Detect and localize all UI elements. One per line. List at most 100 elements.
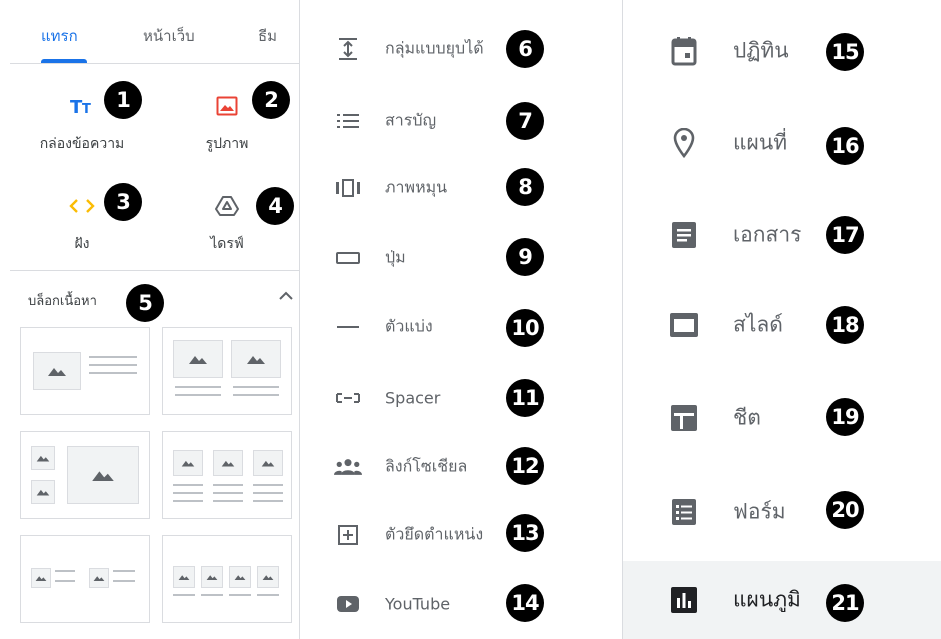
- tab-bar: แทรก หน้าเว็บ ธีม: [10, 0, 300, 64]
- placeholder-icon: [334, 521, 362, 549]
- badge-13: 13: [506, 514, 544, 552]
- layout-text-line: [253, 492, 283, 494]
- layout-image-placeholder: [33, 352, 81, 390]
- layout-text-line: [175, 386, 221, 388]
- badge-19: 19: [826, 398, 864, 436]
- divider-label: ตัวแบ่ง: [385, 316, 433, 336]
- calendar-icon: [667, 34, 701, 68]
- placeholder-item[interactable]: ตัวยึดตำแหน่ง: [300, 505, 623, 565]
- svg-text:T: T: [82, 102, 91, 117]
- table-of-contents-label: สารบัญ: [385, 110, 437, 130]
- badge-5: 5: [126, 284, 164, 322]
- badge-18: 18: [826, 306, 864, 344]
- drive-label: ไดรฟ์: [210, 236, 244, 252]
- forms-icon: [667, 495, 701, 529]
- badge-17: 17: [826, 216, 864, 254]
- active-tab-indicator: [41, 59, 87, 63]
- map-label: แผนที่: [733, 130, 788, 155]
- layout-text-line: [229, 594, 251, 596]
- youtube-item[interactable]: YouTube: [300, 574, 623, 634]
- text-box-icon: TT: [69, 93, 95, 119]
- layout-image-text-pairs[interactable]: [20, 535, 150, 623]
- components-panel: กลุ่มแบบยุบได้ 6 สารบัญ 7 ภาพหมุน 8 ปุ่ม…: [300, 0, 623, 639]
- layout-image-placeholder: [201, 566, 223, 588]
- layout-text-line: [175, 394, 221, 396]
- layout-image-placeholder: [31, 446, 55, 470]
- calendar-item[interactable]: ปฏิทิน: [623, 7, 941, 95]
- badge-7: 7: [506, 102, 544, 140]
- collapsible-group-item[interactable]: กลุ่มแบบยุบได้: [300, 19, 623, 79]
- layout-text-line: [253, 500, 283, 502]
- layout-image-placeholder: [89, 568, 109, 588]
- embed-label: ฝัง: [74, 236, 90, 252]
- layout-text-line: [213, 492, 243, 494]
- image-icon: [214, 93, 240, 119]
- table-of-contents-item[interactable]: สารบัญ: [300, 91, 623, 151]
- insert-panel: แทรก หน้าเว็บ ธีม TT กล่องข้อความ 1 รูปภ…: [0, 0, 300, 639]
- map-pin-icon: [667, 126, 701, 160]
- tab-pages[interactable]: หน้าเว็บ: [143, 24, 195, 48]
- layout-text-line: [233, 394, 279, 396]
- layout-image-placeholder: [229, 566, 251, 588]
- forms-label: ฟอร์ม: [733, 499, 786, 524]
- tab-insert[interactable]: แทรก: [41, 24, 78, 48]
- layout-text-line: [113, 570, 135, 572]
- youtube-icon: [334, 590, 362, 618]
- placeholder-label: ตัวยึดตำแหน่ง: [385, 524, 484, 544]
- embed-icon: [69, 193, 95, 219]
- docs-label: เอกสาร: [733, 222, 802, 247]
- layout-text-line: [89, 372, 137, 374]
- charts-item[interactable]: แผนภูมิ: [623, 561, 941, 639]
- divider-item[interactable]: ตัวแบ่ง: [300, 297, 623, 357]
- tab-themes[interactable]: ธีม: [258, 24, 277, 48]
- carousel-icon: [334, 174, 362, 202]
- carousel-label: ภาพหมุน: [385, 177, 448, 197]
- google-apps-panel: ปฏิทิน 15 แผนที่ 16 เอกสาร 17 สไลด์ 18 ช…: [623, 0, 941, 639]
- layout-text-line: [173, 500, 203, 502]
- map-item[interactable]: แผนที่: [623, 99, 941, 187]
- layout-text-line: [257, 594, 279, 596]
- layout-image-grid[interactable]: [20, 431, 150, 519]
- layout-text-line: [55, 570, 75, 572]
- layout-three-images[interactable]: [162, 431, 292, 519]
- slides-label: สไลด์: [733, 312, 783, 337]
- layout-four-images[interactable]: [162, 535, 292, 623]
- forms-item[interactable]: ฟอร์ม: [623, 468, 941, 556]
- chevron-up-icon[interactable]: [277, 289, 295, 303]
- badge-1: 1: [104, 81, 142, 119]
- collapsible-group-label: กลุ่มแบบยุบได้: [385, 38, 484, 58]
- layout-text-line: [89, 356, 137, 358]
- badge-15: 15: [826, 33, 864, 71]
- docs-icon: [667, 218, 701, 252]
- layout-image-placeholder: [67, 446, 139, 504]
- slides-item[interactable]: สไลด์: [623, 281, 941, 369]
- badge-6: 6: [506, 30, 544, 68]
- sheets-label: ชีต: [733, 405, 761, 430]
- layout-text-line: [213, 484, 243, 486]
- layout-image-text[interactable]: [20, 327, 150, 415]
- docs-item[interactable]: เอกสาร: [623, 191, 941, 279]
- carousel-item[interactable]: ภาพหมุน: [300, 158, 623, 218]
- image-label: รูปภาพ: [205, 136, 249, 152]
- social-links-label: ลิงก์โซเชียล: [385, 456, 468, 476]
- button-item[interactable]: ปุ่ม: [300, 228, 623, 288]
- sheets-item[interactable]: ชีต: [623, 374, 941, 462]
- layout-image-placeholder: [213, 450, 243, 476]
- spacer-label: Spacer: [385, 388, 441, 408]
- layout-image-placeholder: [257, 566, 279, 588]
- youtube-label: YouTube: [385, 594, 451, 614]
- social-links-icon: [334, 453, 362, 481]
- layout-text-line: [213, 500, 243, 502]
- badge-2: 2: [252, 81, 290, 119]
- badge-10: 10: [506, 309, 544, 347]
- spacer-icon: [334, 384, 362, 412]
- charts-icon: [667, 583, 701, 617]
- layout-image-placeholder: [31, 568, 51, 588]
- spacer-item[interactable]: Spacer: [300, 368, 623, 428]
- layout-image-placeholder: [173, 566, 195, 588]
- layout-text-line: [173, 484, 203, 486]
- layout-text-line: [173, 492, 203, 494]
- social-links-item[interactable]: ลิงก์โซเชียล: [300, 437, 623, 497]
- layout-two-images[interactable]: [162, 327, 292, 415]
- content-blocks-title: บล็อกเนื้อหา: [28, 294, 97, 309]
